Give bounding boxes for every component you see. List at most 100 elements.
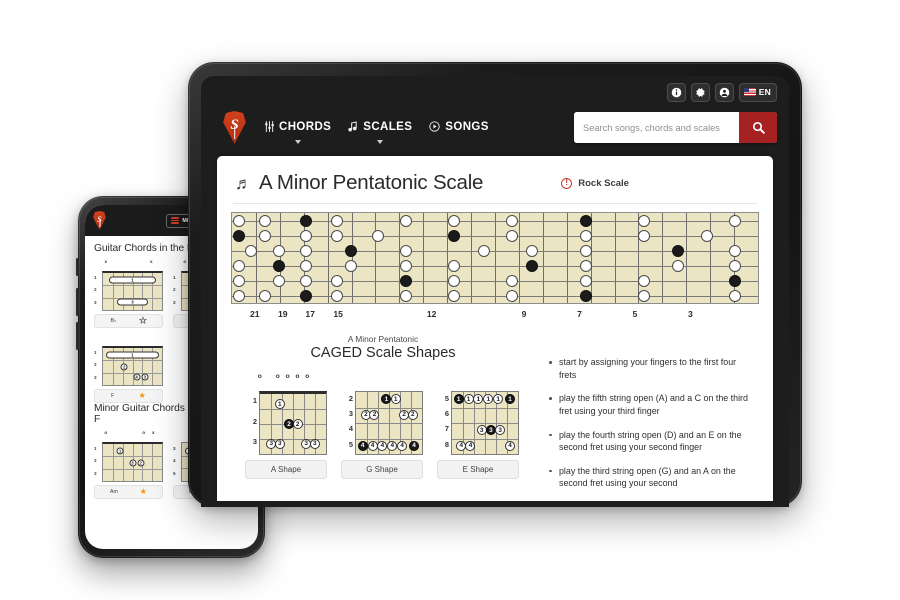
account-button[interactable]	[714, 82, 734, 102]
scale-note-dot[interactable]	[525, 259, 538, 272]
shape-grid[interactable]: 112222444444	[355, 391, 423, 455]
shape-note-dot[interactable]: 4	[387, 440, 398, 451]
scale-note-dot[interactable]	[637, 274, 650, 287]
nav-item-chords[interactable]: CHORDS	[265, 121, 331, 144]
scale-note-dot[interactable]	[447, 214, 460, 227]
scale-note-dot[interactable]	[580, 229, 593, 242]
chord-finger-dot[interactable]: 1	[116, 447, 124, 455]
chord-finger-dot[interactable]: 3	[129, 459, 136, 466]
shape-note-dot[interactable]: 4	[367, 440, 378, 451]
scale-note-dot[interactable]	[272, 274, 285, 287]
scale-note-dot[interactable]	[399, 214, 412, 227]
scale-note-dot[interactable]	[729, 214, 742, 227]
shape-note-dot[interactable]: 1	[493, 394, 504, 405]
scale-note-dot[interactable]	[729, 289, 742, 302]
favorite-star-icon[interactable]: ★	[139, 316, 147, 325]
chord-card[interactable]: o o x 1 2 3 1 3 2 Am ★	[94, 430, 163, 499]
scale-note-dot[interactable]	[300, 229, 313, 242]
phone-volume-down-button[interactable]	[76, 322, 79, 350]
scale-note-dot[interactable]	[344, 244, 357, 257]
scale-note-dot[interactable]	[700, 229, 713, 242]
scale-note-dot[interactable]	[259, 229, 272, 242]
scale-note-dot[interactable]	[300, 244, 313, 257]
phone-mute-button[interactable]	[76, 258, 79, 276]
scale-note-dot[interactable]	[580, 259, 593, 272]
shape-note-dot[interactable]: 2	[407, 409, 418, 420]
nav-item-scales[interactable]: SCALES	[348, 121, 412, 144]
scale-note-dot[interactable]	[300, 289, 313, 302]
scale-note-dot[interactable]	[232, 259, 245, 272]
chord-finger-dot[interactable]: 4	[133, 373, 141, 381]
scale-note-dot[interactable]	[232, 229, 245, 242]
chevron-down-icon[interactable]	[295, 139, 302, 144]
favorite-star-icon[interactable]: ★	[139, 392, 146, 400]
chord-grid-diagram[interactable]: 243 1	[102, 346, 163, 386]
scale-note-dot[interactable]	[525, 244, 538, 257]
shape-note-dot[interactable]: 4	[377, 440, 388, 451]
chord-grid-diagram[interactable]: 13	[102, 271, 163, 311]
shape-note-dot[interactable]: 4	[397, 440, 408, 451]
scale-note-dot[interactable]	[372, 229, 385, 242]
scale-note-dot[interactable]	[232, 289, 245, 302]
scale-note-dot[interactable]	[637, 214, 650, 227]
shape-grid[interactable]: 111111333444	[451, 391, 519, 455]
scale-note-dot[interactable]	[637, 289, 650, 302]
shape-note-dot[interactable]: 1	[274, 399, 285, 410]
favorite-star-icon[interactable]: ★	[140, 488, 147, 496]
scale-note-dot[interactable]	[232, 274, 245, 287]
chord-finger-dot[interactable]: 2	[120, 363, 128, 370]
search-submit-button[interactable]	[739, 112, 777, 143]
caged-shape[interactable]: 5678111111333444E Shape	[437, 373, 519, 479]
shape-note-dot[interactable]: 4	[409, 440, 420, 451]
scale-note-dot[interactable]	[232, 214, 245, 227]
scale-note-dot[interactable]	[729, 244, 742, 257]
nav-item-songs[interactable]: SONGS	[429, 121, 489, 135]
scale-note-dot[interactable]	[506, 289, 519, 302]
scale-note-dot[interactable]	[506, 274, 519, 287]
scale-note-dot[interactable]	[331, 214, 344, 227]
scale-note-dot[interactable]	[580, 214, 593, 227]
scale-note-dot[interactable]	[300, 259, 313, 272]
scale-note-dot[interactable]	[399, 259, 412, 272]
shape-note-dot[interactable]: 3	[495, 425, 506, 436]
language-button[interactable]: EN	[738, 82, 777, 102]
chord-barre[interactable]: 3	[117, 298, 148, 306]
chord-barre[interactable]: 1	[105, 351, 160, 359]
chord-finger-dot[interactable]: 3	[141, 373, 149, 381]
scale-note-dot[interactable]	[447, 289, 460, 302]
chord-barre[interactable]: 1	[108, 276, 157, 284]
caged-shape[interactable]: ooooo1231223333A Shape	[245, 373, 327, 479]
shape-note-dot[interactable]: 4	[465, 440, 476, 451]
scale-note-dot[interactable]	[671, 259, 684, 272]
search-input[interactable]	[574, 112, 739, 143]
shape-grid[interactable]: 1223333	[259, 391, 327, 455]
shape-note-dot[interactable]: 1	[473, 394, 484, 405]
shape-note-dot[interactable]: 1	[453, 394, 464, 405]
scale-fretboard-diagram[interactable]	[231, 212, 759, 304]
shape-note-dot[interactable]: 4	[357, 440, 368, 451]
shape-note-dot[interactable]: 1	[463, 394, 474, 405]
shape-note-dot[interactable]: 2	[369, 409, 380, 420]
scale-note-dot[interactable]	[399, 274, 412, 287]
settings-button[interactable]	[690, 82, 710, 102]
info-button[interactable]	[666, 82, 686, 102]
scale-note-dot[interactable]	[580, 289, 593, 302]
scale-note-dot[interactable]	[447, 274, 460, 287]
scale-note-dot[interactable]	[300, 214, 313, 227]
scale-note-dot[interactable]	[729, 274, 742, 287]
scale-note-dot[interactable]	[331, 289, 344, 302]
chevron-down-icon[interactable]	[377, 139, 384, 144]
scale-note-dot[interactable]	[399, 289, 412, 302]
caged-shape[interactable]: 2345112222444444G Shape	[341, 373, 423, 479]
scale-note-dot[interactable]	[344, 259, 357, 272]
scale-note-dot[interactable]	[447, 229, 460, 242]
shape-note-dot[interactable]: 3	[274, 438, 285, 449]
shape-note-dot[interactable]: 1	[390, 394, 401, 405]
phone-volume-up-button[interactable]	[76, 288, 79, 316]
scale-note-dot[interactable]	[259, 289, 272, 302]
scale-note-dot[interactable]	[447, 259, 460, 272]
scale-note-dot[interactable]	[399, 244, 412, 257]
phone-logo[interactable]: S	[93, 211, 106, 230]
scale-note-dot[interactable]	[477, 244, 490, 257]
scale-note-dot[interactable]	[729, 259, 742, 272]
